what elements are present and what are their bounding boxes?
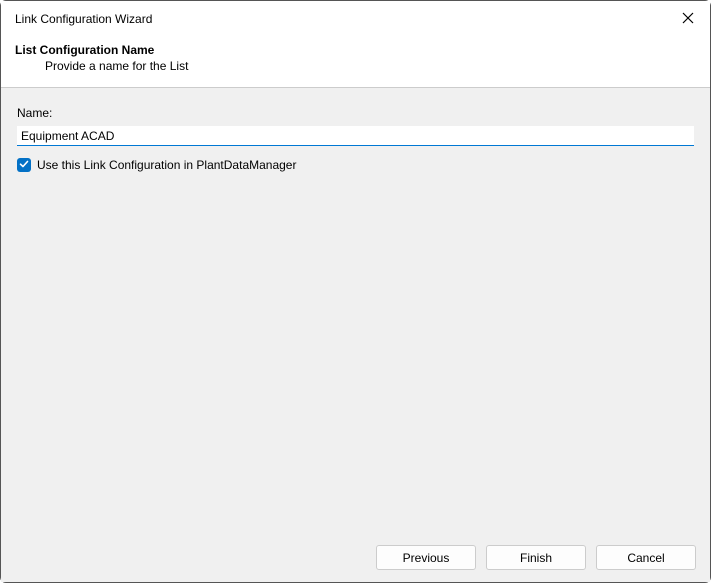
name-label: Name: — [17, 106, 694, 120]
page-title: List Configuration Name — [15, 43, 696, 57]
use-in-pdm-checkbox[interactable] — [17, 158, 31, 172]
close-icon — [682, 12, 694, 27]
use-in-pdm-row: Use this Link Configuration in PlantData… — [17, 158, 694, 172]
close-button[interactable] — [678, 9, 698, 29]
use-in-pdm-label[interactable]: Use this Link Configuration in PlantData… — [37, 158, 296, 172]
wizard-footer: Previous Finish Cancel — [1, 535, 710, 582]
wizard-header: List Configuration Name Provide a name f… — [1, 37, 710, 88]
titlebar: Link Configuration Wizard — [1, 1, 710, 37]
cancel-button[interactable]: Cancel — [596, 545, 696, 570]
page-subtitle: Provide a name for the List — [15, 59, 696, 73]
window-title: Link Configuration Wizard — [15, 12, 152, 26]
name-input[interactable] — [17, 126, 694, 146]
checkmark-icon — [19, 158, 29, 172]
finish-button[interactable]: Finish — [486, 545, 586, 570]
wizard-window: Link Configuration Wizard List Configura… — [0, 0, 711, 583]
content-area: Name: Use this Link Configuration in Pla… — [1, 88, 710, 535]
previous-button[interactable]: Previous — [376, 545, 476, 570]
